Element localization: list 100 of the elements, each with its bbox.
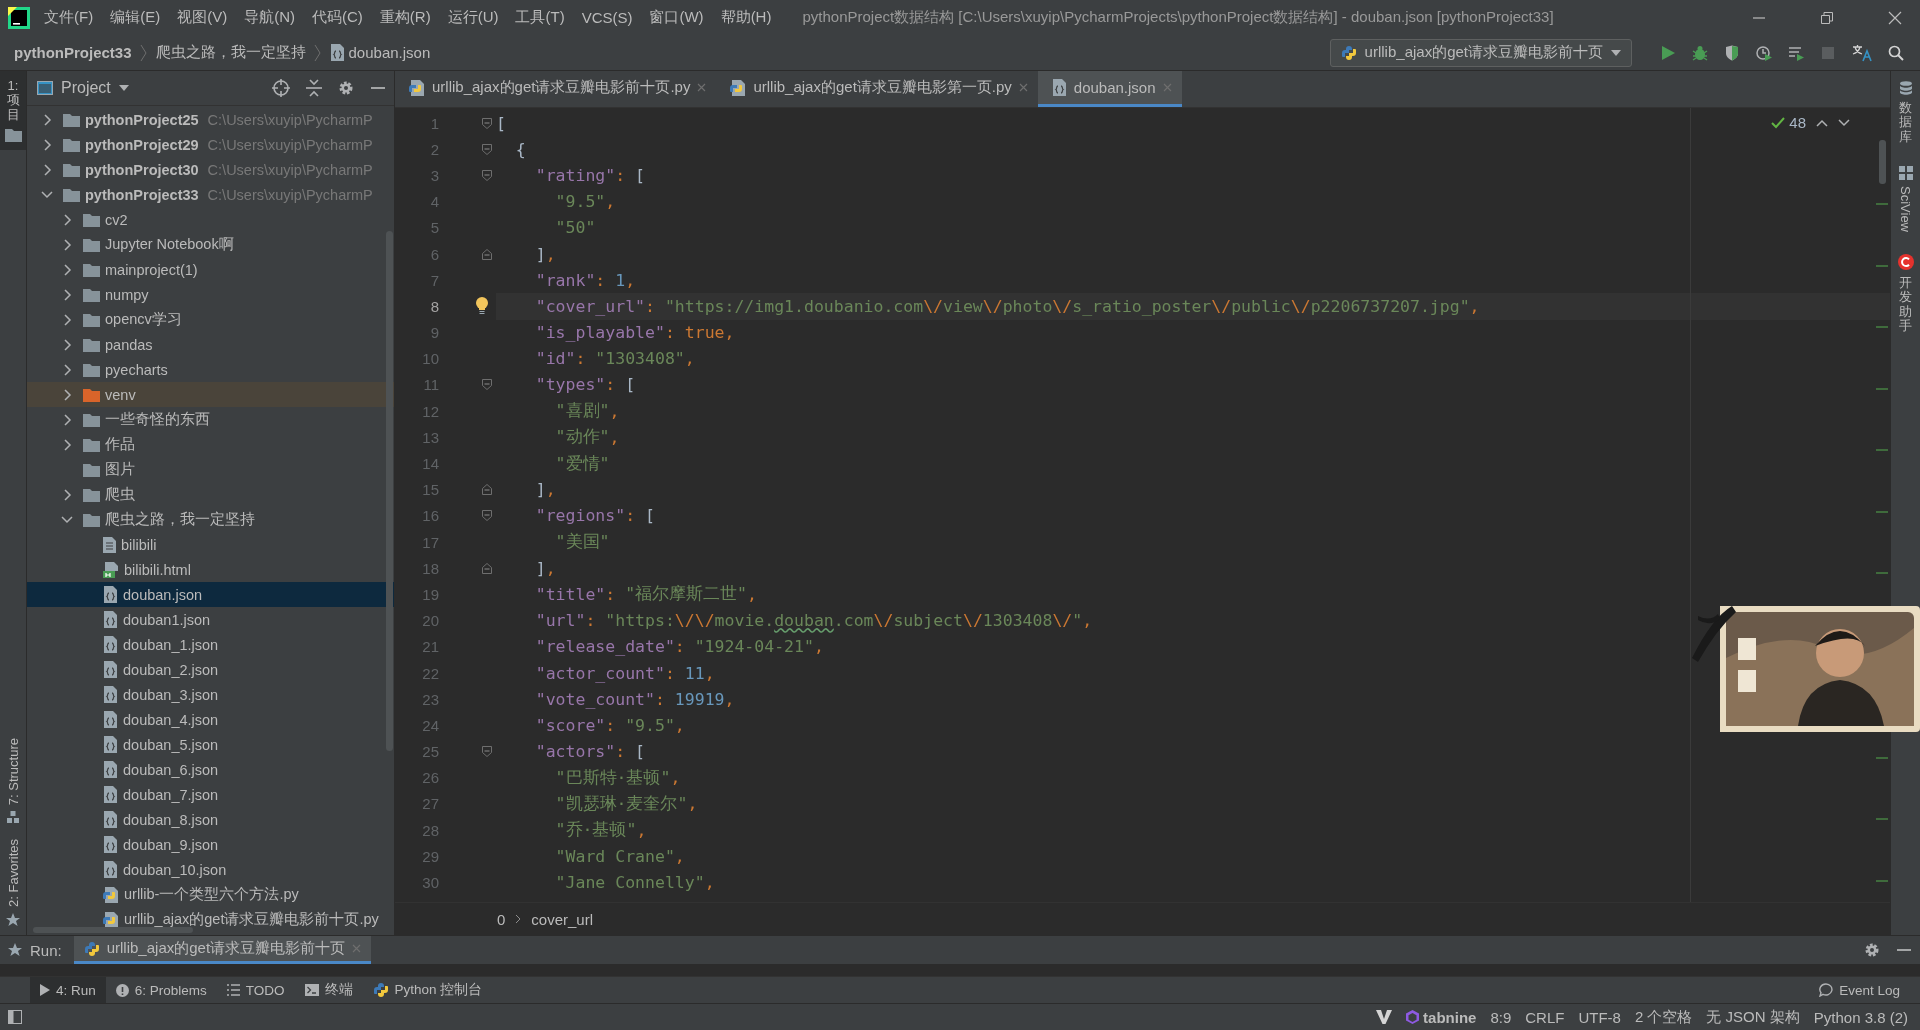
chevron-right-icon[interactable] bbox=[62, 263, 72, 276]
editor-tab[interactable]: urllib_ajax的get请求豆瓣电影第一页.py bbox=[716, 71, 1038, 107]
app-logo-icon[interactable] bbox=[8, 6, 30, 29]
tree-item[interactable]: douban_3.json bbox=[27, 682, 394, 707]
shield-icon[interactable] bbox=[1724, 44, 1740, 61]
scrollbar-thumb[interactable] bbox=[386, 231, 393, 751]
plugin-status[interactable]: tabnine bbox=[1406, 1008, 1477, 1026]
chevron-right-icon[interactable] bbox=[62, 363, 72, 376]
status-item[interactable]: 2 个空格 bbox=[1634, 1007, 1693, 1027]
tree-item[interactable]: urllib_ajax的get请求豆瓣电影前十页.py bbox=[27, 907, 394, 932]
stripe-mark[interactable] bbox=[1876, 387, 1888, 390]
stripe-mark[interactable] bbox=[1876, 818, 1888, 821]
tree-item[interactable]: bilibili.html bbox=[27, 557, 394, 582]
stripe-mark[interactable] bbox=[1876, 510, 1888, 513]
breadcrumb-item[interactable]: pythonProject33 bbox=[14, 44, 132, 61]
menu-item[interactable]: 导航(N) bbox=[244, 8, 295, 27]
chevron-down-icon[interactable] bbox=[61, 514, 73, 525]
status-item[interactable]: CRLF bbox=[1525, 1008, 1565, 1026]
project-view-selector[interactable]: Project bbox=[37, 79, 129, 97]
tree-item[interactable]: douban_1.json bbox=[27, 632, 394, 657]
settings-icon[interactable] bbox=[1864, 942, 1880, 958]
tool-windows-icon[interactable] bbox=[8, 1010, 22, 1024]
menu-item[interactable]: VCS(S) bbox=[581, 9, 633, 26]
profiler-icon[interactable] bbox=[1756, 44, 1772, 61]
tool-window-tab[interactable]: Python 控制台 bbox=[362, 977, 493, 1003]
tree-item[interactable]: mainproject(1) bbox=[27, 257, 394, 282]
tree-item[interactable]: douban_4.json bbox=[27, 707, 394, 732]
bug-icon[interactable] bbox=[1692, 44, 1708, 61]
fold-icon[interactable] bbox=[482, 562, 492, 574]
tree-item[interactable]: pythonProject29 C:\Users\xuyip\PycharmP bbox=[27, 132, 394, 157]
menu-item[interactable]: 运行(U) bbox=[447, 8, 499, 27]
stripe-mark[interactable] bbox=[1876, 449, 1888, 452]
menu-item[interactable]: 代码(C) bbox=[312, 8, 363, 27]
tree-item[interactable]: Jupyter Notebook啊 bbox=[27, 232, 394, 257]
status-item[interactable]: Python 3.8 (2) bbox=[1813, 1008, 1908, 1026]
menu-item[interactable]: 帮助(H) bbox=[720, 8, 772, 27]
stripe-mark[interactable] bbox=[1876, 264, 1888, 267]
fold-icon[interactable] bbox=[482, 379, 492, 391]
settings-icon[interactable] bbox=[338, 80, 354, 96]
fold-icon[interactable] bbox=[482, 746, 492, 758]
tree-item[interactable]: douban1.json bbox=[27, 607, 394, 632]
breadcrumb-item[interactable]: douban.json bbox=[329, 44, 431, 61]
breadcrumb-item[interactable]: cover_url bbox=[531, 910, 594, 928]
scrollbar-thumb[interactable] bbox=[33, 927, 193, 933]
tree-item[interactable]: venv bbox=[27, 382, 394, 407]
chevron-right-icon[interactable] bbox=[42, 163, 52, 176]
stripe-mark[interactable] bbox=[1876, 879, 1888, 882]
tool-window-tab[interactable]: 1: 项目 bbox=[0, 71, 26, 150]
locate-icon[interactable] bbox=[272, 79, 290, 97]
tree-item[interactable]: 作品 bbox=[27, 432, 394, 457]
restore-icon[interactable] bbox=[1820, 10, 1834, 25]
fold-icon[interactable] bbox=[482, 117, 492, 129]
tool-window-tab[interactable]: 6: Problems bbox=[105, 977, 217, 1003]
menu-item[interactable]: 文件(F) bbox=[44, 8, 94, 27]
run-tab[interactable]: urllib_ajax的get请求豆瓣电影前十页 bbox=[73, 936, 372, 964]
tree-item[interactable]: opencv学习 bbox=[27, 307, 394, 332]
tree-item[interactable]: douban_2.json bbox=[27, 657, 394, 682]
fold-icon[interactable] bbox=[482, 143, 492, 155]
menu-item[interactable]: 工具(T) bbox=[515, 8, 565, 27]
tool-window-tab[interactable]: 终端 bbox=[294, 977, 363, 1003]
status-item[interactable]: 8:9 bbox=[1490, 1008, 1512, 1026]
tree-item[interactable]: douban_10.json bbox=[27, 857, 394, 882]
menu-item[interactable]: 重构(R) bbox=[379, 8, 431, 27]
search-icon[interactable] bbox=[1888, 44, 1904, 61]
tree-item[interactable]: 一些奇怪的东西 bbox=[27, 407, 394, 432]
tool-window-tab[interactable]: 数据库 bbox=[1891, 71, 1920, 156]
tree-item[interactable]: urllib-一个类型六个方法.py bbox=[27, 882, 394, 907]
tree-item[interactable]: pandas bbox=[27, 332, 394, 357]
tree-item[interactable]: 爬虫之路，我一定坚持 bbox=[27, 507, 394, 532]
tree-item[interactable]: cv2 bbox=[27, 207, 394, 232]
tree-item[interactable]: douban_6.json bbox=[27, 757, 394, 782]
breadcrumb-item[interactable]: 0 bbox=[497, 910, 506, 928]
tool-window-tab[interactable]: 开发助手 bbox=[1891, 243, 1920, 346]
chevron-right-icon[interactable] bbox=[62, 238, 72, 251]
tool-window-tab[interactable]: 7: Structure bbox=[0, 729, 26, 832]
chevron-right-icon[interactable] bbox=[62, 413, 72, 426]
tree-item[interactable]: pythonProject33 C:\Users\xuyip\PycharmP bbox=[27, 182, 394, 207]
editor-tab[interactable]: urllib_ajax的get请求豆瓣电影前十页.py bbox=[395, 71, 717, 107]
status-item[interactable]: 无 JSON 架构 bbox=[1706, 1007, 1800, 1027]
tree-item[interactable]: douban_7.json bbox=[27, 782, 394, 807]
stripe-mark[interactable] bbox=[1876, 326, 1888, 329]
chevron-right-icon[interactable] bbox=[62, 213, 72, 226]
tree-item[interactable]: pyecharts bbox=[27, 357, 394, 382]
event-log-tab[interactable]: Event Log bbox=[1809, 977, 1910, 1003]
chevron-right-icon[interactable] bbox=[62, 488, 72, 501]
tree-item[interactable]: douban.json bbox=[27, 582, 394, 607]
tree-item[interactable]: 图片 bbox=[27, 457, 394, 482]
chevron-right-icon[interactable] bbox=[62, 313, 72, 326]
chevron-right-icon[interactable] bbox=[42, 113, 52, 126]
fold-icon[interactable] bbox=[482, 484, 492, 496]
collapse-all-icon[interactable] bbox=[306, 79, 322, 97]
chevron-right-icon[interactable] bbox=[42, 138, 52, 151]
tool-window-tab[interactable]: TODO bbox=[216, 977, 295, 1003]
build-list-icon[interactable] bbox=[1788, 44, 1804, 61]
tree-item[interactable]: bilibili bbox=[27, 532, 394, 557]
tool-window-tab[interactable]: 2: Favorites bbox=[0, 831, 26, 935]
chevron-down-icon[interactable] bbox=[1838, 118, 1850, 127]
fold-icon[interactable] bbox=[482, 169, 492, 181]
translate-icon[interactable] bbox=[1852, 43, 1872, 62]
pin-star-icon[interactable] bbox=[8, 943, 22, 957]
